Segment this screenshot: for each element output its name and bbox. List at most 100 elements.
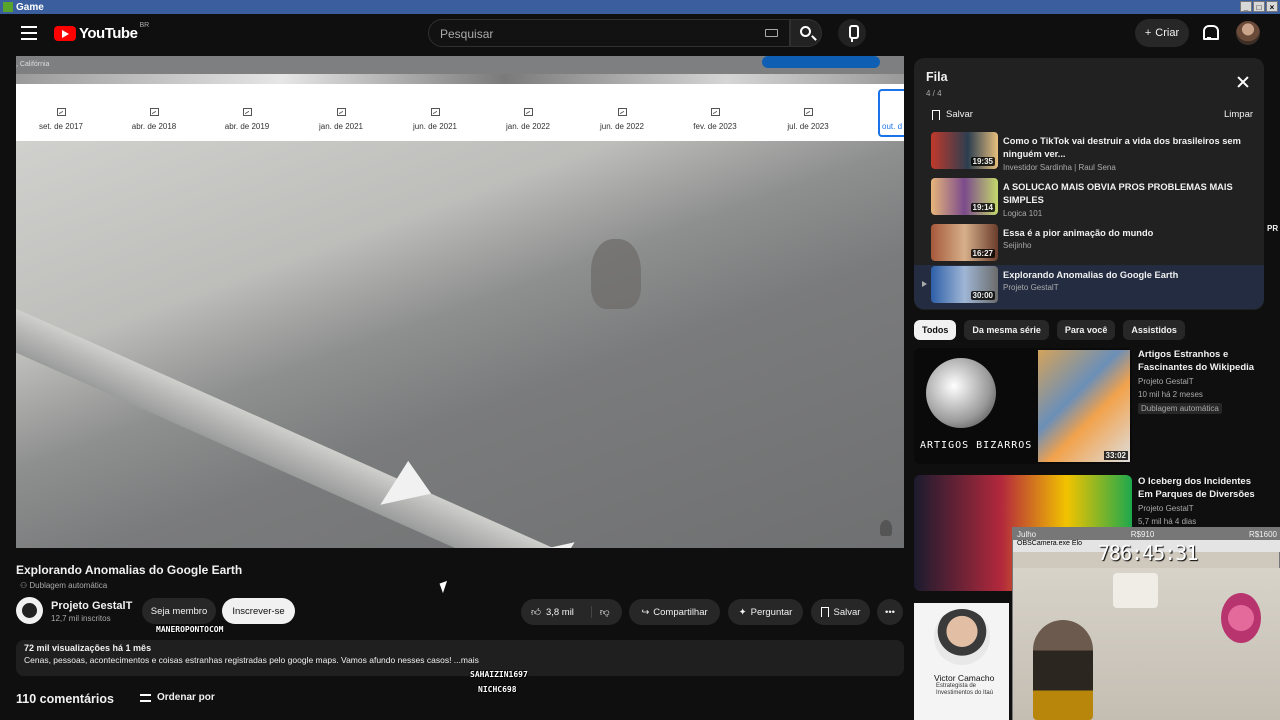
queue-clear-button[interactable]: Limpar <box>1224 109 1253 120</box>
minimize-button[interactable]: _ <box>1240 1 1252 12</box>
image-icon <box>617 108 627 116</box>
like-icon[interactable]: 👍︎ <box>531 606 541 618</box>
recommendation-title: O Iceberg dos Incidentes Em Parques de D… <box>1138 476 1255 500</box>
share-icon: ↪ <box>641 606 650 618</box>
channel-avatar[interactable] <box>16 597 43 624</box>
queue-save-button[interactable]: Salvar <box>932 109 973 120</box>
timeline-date[interactable]: jun. de 2021 <box>400 108 470 131</box>
recommendation-title: Artigos Estranhos e Fascinantes do Wikip… <box>1138 349 1255 373</box>
comments-count: 110 comentários <box>16 692 114 706</box>
duration-badge: 16:27 <box>970 249 995 258</box>
ad-card[interactable]: Victor Camacho Estrategista de Investime… <box>914 603 1009 720</box>
bell-icon[interactable] <box>1202 24 1219 40</box>
join-label: Seja membro <box>150 605 208 617</box>
search-input[interactable]: Pesquisar <box>428 19 790 47</box>
dubbing-badge: ⚇ Dublagem automática <box>20 581 108 590</box>
subscriber-count: 12,7 mil inscritos <box>51 614 111 623</box>
like-count[interactable]: 3,8 mil <box>546 607 574 618</box>
avatar[interactable] <box>1236 21 1260 45</box>
image-icon <box>336 108 346 116</box>
queue-item-channel: Logica 101 <box>1003 209 1043 218</box>
queue-item-channel: Investidor Sardinha | Raul Sena <box>1003 163 1116 172</box>
timeline-date[interactable]: abr. de 2018 <box>119 108 189 131</box>
subscribe-label: Inscrever-se <box>232 605 285 617</box>
save-button[interactable]: Salvar <box>811 599 870 625</box>
timeline-date[interactable]: jan. de 2021 <box>306 108 376 131</box>
keyboard-icon[interactable] <box>765 29 778 37</box>
queue-item-channel: Projeto GestalT <box>1003 283 1059 292</box>
search-icon <box>800 26 811 37</box>
now-playing-icon <box>922 281 927 287</box>
edge-text: PR <box>1267 224 1279 233</box>
street-top-strip <box>16 74 904 84</box>
timeline-date-label: jun. de 2021 <box>412 122 458 131</box>
plus-icon: + <box>1144 27 1152 39</box>
wikipedia-globe <box>926 358 996 428</box>
timeline-date[interactable]: jul. de 2023 <box>773 108 843 131</box>
close-icon[interactable] <box>1237 76 1249 88</box>
webcam-label-right: R$1600 <box>1248 529 1277 539</box>
dislike-icon[interactable]: 👎︎ <box>590 606 610 618</box>
search-button[interactable] <box>790 19 822 47</box>
collage <box>1038 350 1130 462</box>
queue-item-current[interactable]: 30:00 Explorando Anomalias do Google Ear… <box>914 265 1264 309</box>
queue-item-title: A SOLUCAO MAIS OBVIA PROS PROBLEMAS MAIS… <box>1003 182 1233 205</box>
chip-for-you[interactable]: Para você <box>1056 320 1116 340</box>
timeline-date-label: abr. de 2018 <box>131 122 177 131</box>
menu-icon[interactable] <box>21 26 37 40</box>
queue-item[interactable]: 19:35 Como o TikTok vai destruir a vida … <box>914 131 1264 173</box>
create-button[interactable]: + Criar <box>1135 19 1189 47</box>
timeline-date[interactable]: fev. de 2023 <box>680 108 750 131</box>
overlay-pill[interactable] <box>762 56 880 68</box>
timeline-date[interactable]: set. de 2017 <box>26 108 96 131</box>
ad-subtitle: Estrategista de Investimentos do Itaú <box>936 683 994 696</box>
timeline-date-label: jul. de 2023 <box>787 122 829 131</box>
sparkle-icon: ✦ <box>738 606 747 618</box>
image-icon <box>149 108 159 116</box>
window-title: Game <box>16 1 44 13</box>
stream-chat-name: NICHC698 <box>478 685 517 694</box>
chip-all[interactable]: Todos <box>914 320 957 340</box>
webcam-app-sub: Elo <box>1071 540 1082 547</box>
description-box[interactable]: 72 mil visualizações há 1 mês Cenas, pes… <box>16 640 904 676</box>
person-shadow <box>591 239 641 309</box>
timeline-date-label: jan. de 2022 <box>505 122 551 131</box>
sort-button[interactable]: Ordenar por <box>140 692 215 703</box>
timeline-date[interactable]: jan. de 2022 <box>493 108 563 131</box>
subscribe-button[interactable]: Inscrever-se <box>222 598 295 624</box>
chip-watched[interactable]: Assistidos <box>1123 320 1185 340</box>
recommendation-item[interactable]: ARTIGOS BIZARROS 33:02 Artigos Estranhos… <box>914 348 1274 468</box>
close-window-button[interactable]: × <box>1266 1 1278 12</box>
duration-badge: 33:02 <box>1103 451 1128 460</box>
chip-same-series[interactable]: Da mesma série <box>964 320 1049 340</box>
queue-item[interactable]: 16:27 Essa é a pior animação do mundo Se… <box>914 223 1264 265</box>
ask-button[interactable]: ✦ Perguntar <box>728 599 803 625</box>
channel-name[interactable]: Projeto GestalT <box>51 600 132 612</box>
timeline-date[interactable]: jun. de 2022 <box>587 108 657 131</box>
queue-item-title: Explorando Anomalias do Google Earth <box>1003 270 1179 280</box>
youtube-logo[interactable]: YouTube BR <box>54 22 149 42</box>
duration-badge: 30:00 <box>970 291 995 300</box>
maximize-button[interactable]: □ <box>1253 1 1265 12</box>
queue-item-title: Essa é a pior animação do mundo <box>1003 228 1154 238</box>
more-actions-icon[interactable]: ••• <box>877 599 903 625</box>
image-icon <box>242 108 252 116</box>
recommendation-channel: Projeto GestalT <box>1138 504 1194 513</box>
microphone-icon[interactable] <box>838 19 866 47</box>
image-icon <box>56 108 66 116</box>
queue-item[interactable]: 19:14 A SOLUCAO MAIS OBVIA PROS PROBLEMA… <box>914 177 1264 219</box>
timeline-current-date[interactable]: out. d <box>878 89 904 137</box>
street-view-image[interactable] <box>16 141 904 548</box>
sort-label: Ordenar por <box>157 692 215 703</box>
video-player[interactable]: , Califórnia set. de 2017 abr. de 2018 abr… <box>16 56 904 548</box>
join-button[interactable]: Seja membro <box>142 598 216 624</box>
webcam-feed <box>1013 568 1280 720</box>
dubbing-badge: Dublagem automática <box>1138 403 1222 414</box>
timeline-date[interactable]: abr. de 2019 <box>212 108 282 131</box>
share-button[interactable]: ↪ Compartilhar <box>629 599 720 625</box>
description-stats: 72 mil visualizações há 1 mês <box>24 643 152 653</box>
flowers <box>1221 593 1261 643</box>
pegman-icon[interactable] <box>880 520 892 536</box>
location-label: , Califórnia <box>16 61 50 68</box>
search-placeholder: Pesquisar <box>440 27 494 41</box>
